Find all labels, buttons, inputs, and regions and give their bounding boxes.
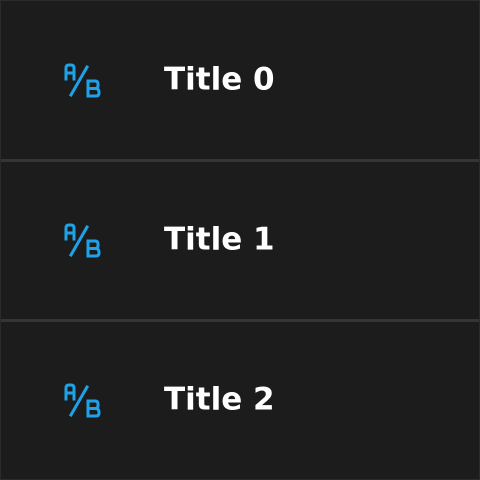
ab-test-icon xyxy=(64,383,101,418)
list-item[interactable]: Title 2 xyxy=(1,321,479,479)
item-title: Title 2 xyxy=(164,381,275,418)
list-item[interactable]: Title 0 xyxy=(1,1,479,159)
item-title: Title 0 xyxy=(164,61,275,98)
list-item[interactable]: Title 1 xyxy=(1,161,479,319)
item-title: Title 1 xyxy=(164,221,275,258)
ab-test-icon xyxy=(64,223,101,258)
ab-test-icon xyxy=(64,63,101,98)
item-list: Title 0 Title 1 Title 2 xyxy=(0,0,480,480)
